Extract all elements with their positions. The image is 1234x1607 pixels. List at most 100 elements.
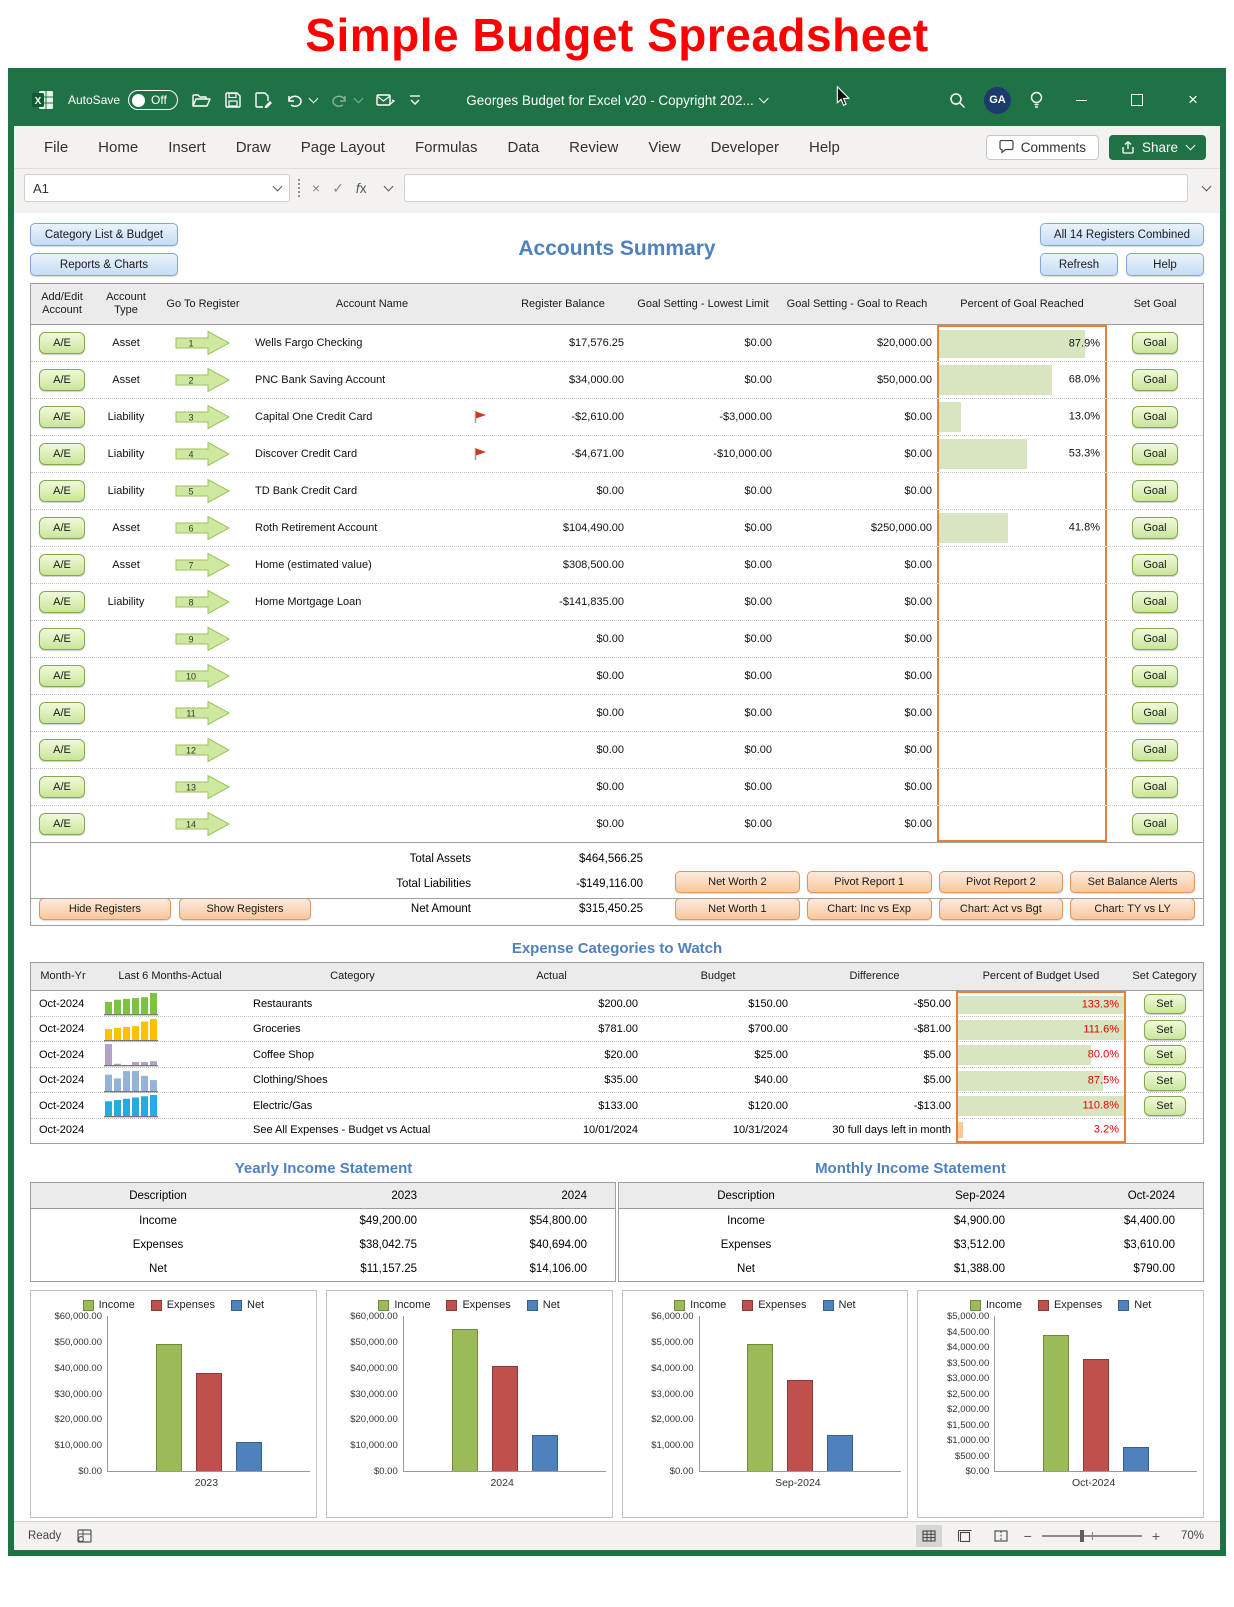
go-to-register-arrow-icon[interactable]: 9 bbox=[175, 626, 231, 652]
chart-ty-vs-ly-button[interactable]: Chart: TY vs LY bbox=[1070, 898, 1195, 920]
set-goal-button[interactable]: Goal bbox=[1132, 517, 1178, 539]
excel-app-icon[interactable]: X bbox=[32, 90, 54, 110]
go-to-register-arrow-icon[interactable]: 12 bbox=[175, 737, 231, 763]
autosave-toggle[interactable]: AutoSave Off bbox=[68, 90, 178, 110]
menu-tab-file[interactable]: File bbox=[44, 139, 68, 156]
title-chevron-icon[interactable] bbox=[759, 93, 770, 103]
formula-input[interactable] bbox=[404, 174, 1188, 202]
set-balance-alerts-button[interactable]: Set Balance Alerts bbox=[1070, 871, 1195, 893]
comments-button[interactable]: Comments bbox=[985, 134, 1099, 160]
go-to-register-arrow-icon[interactable]: 8 bbox=[175, 589, 231, 615]
add-edit-account-button[interactable]: A/E bbox=[39, 702, 85, 724]
add-edit-account-button[interactable]: A/E bbox=[39, 369, 85, 391]
set-goal-button[interactable]: Goal bbox=[1132, 369, 1178, 391]
refresh-button[interactable]: Refresh bbox=[1040, 253, 1118, 276]
cancel-entry-icon[interactable]: × bbox=[312, 180, 320, 196]
set-category-button[interactable]: Set bbox=[1143, 1019, 1186, 1040]
normal-view-button[interactable] bbox=[915, 1525, 942, 1547]
set-category-button[interactable]: Set bbox=[1143, 1045, 1186, 1065]
add-edit-account-button[interactable]: A/E bbox=[39, 443, 85, 465]
add-edit-account-button[interactable]: A/E bbox=[39, 628, 85, 650]
pivot-report-2-button[interactable]: Pivot Report 2 bbox=[938, 871, 1064, 893]
go-to-register-arrow-icon[interactable]: 4 bbox=[175, 441, 231, 467]
add-edit-account-button[interactable]: A/E bbox=[39, 517, 85, 539]
zoom-out-button[interactable]: − bbox=[1024, 1528, 1032, 1544]
set-goal-button[interactable]: Goal bbox=[1132, 443, 1178, 465]
set-goal-button[interactable]: Goal bbox=[1132, 702, 1178, 724]
set-goal-button[interactable]: Goal bbox=[1132, 554, 1178, 576]
chart-act-vs-bgt-button[interactable]: Chart: Act vs Bgt bbox=[938, 898, 1064, 920]
zoom-slider-thumb[interactable] bbox=[1079, 1530, 1084, 1542]
menu-tab-formulas[interactable]: Formulas bbox=[415, 139, 478, 156]
set-goal-button[interactable]: Goal bbox=[1132, 665, 1178, 687]
save-as-icon[interactable] bbox=[255, 92, 272, 108]
search-icon[interactable] bbox=[949, 92, 966, 109]
function-chevron-icon[interactable] bbox=[383, 181, 394, 191]
name-box[interactable]: A1 bbox=[24, 174, 290, 202]
add-edit-account-button[interactable]: A/E bbox=[39, 776, 85, 798]
page-layout-view-button[interactable] bbox=[952, 1525, 978, 1547]
insert-function-icon[interactable]: fx bbox=[356, 181, 367, 196]
set-goal-button[interactable]: Goal bbox=[1132, 480, 1178, 502]
go-to-register-arrow-icon[interactable]: 2 bbox=[175, 367, 231, 393]
menu-tab-home[interactable]: Home bbox=[98, 139, 138, 156]
go-to-register-arrow-icon[interactable]: 10 bbox=[175, 663, 231, 689]
menu-tab-insert[interactable]: Insert bbox=[168, 139, 206, 156]
pivot-report-1-button[interactable]: Pivot Report 1 bbox=[806, 871, 932, 893]
zoom-slider[interactable] bbox=[1041, 1530, 1142, 1542]
email-icon[interactable] bbox=[376, 93, 395, 108]
confirm-entry-icon[interactable]: ✓ bbox=[332, 180, 344, 197]
close-button[interactable]: × bbox=[1174, 74, 1212, 126]
show-registers-button[interactable]: Show Registers bbox=[179, 898, 311, 920]
set-goal-button[interactable]: Goal bbox=[1132, 332, 1178, 354]
user-avatar[interactable]: GA bbox=[984, 86, 1011, 114]
autosave-pill[interactable]: Off bbox=[128, 90, 178, 110]
undo-button[interactable] bbox=[286, 93, 319, 108]
set-goal-button[interactable]: Goal bbox=[1132, 776, 1178, 798]
set-goal-button[interactable]: Goal bbox=[1132, 406, 1178, 428]
go-to-register-arrow-icon[interactable]: 1 bbox=[175, 330, 231, 356]
add-edit-account-button[interactable]: A/E bbox=[39, 591, 85, 613]
menu-tab-review[interactable]: Review bbox=[569, 139, 618, 156]
hide-registers-button[interactable]: Hide Registers bbox=[39, 898, 171, 920]
go-to-register-arrow-icon[interactable]: 11 bbox=[175, 700, 231, 726]
name-box-chevron-icon[interactable] bbox=[272, 181, 283, 191]
open-folder-icon[interactable] bbox=[192, 93, 211, 108]
go-to-register-arrow-icon[interactable]: 7 bbox=[175, 552, 231, 578]
formula-bar-separator[interactable] bbox=[298, 179, 300, 197]
set-goal-button[interactable]: Goal bbox=[1132, 739, 1178, 761]
add-edit-account-button[interactable]: A/E bbox=[39, 406, 85, 428]
add-edit-account-button[interactable]: A/E bbox=[39, 813, 85, 835]
add-edit-account-button[interactable]: A/E bbox=[39, 739, 85, 761]
share-button[interactable]: Share bbox=[1108, 134, 1206, 160]
net-worth-2-button[interactable]: Net Worth 2 bbox=[675, 871, 800, 893]
go-to-register-arrow-icon[interactable]: 5 bbox=[175, 478, 231, 504]
lightbulb-icon[interactable] bbox=[1029, 91, 1044, 109]
minimize-button[interactable] bbox=[1062, 74, 1100, 126]
set-category-button[interactable]: Set bbox=[1143, 1096, 1186, 1116]
add-edit-account-button[interactable]: A/E bbox=[39, 554, 85, 576]
set-category-button[interactable]: Set bbox=[1143, 994, 1186, 1014]
redo-button[interactable] bbox=[331, 93, 364, 108]
set-goal-button[interactable]: Goal bbox=[1132, 813, 1178, 835]
page-break-view-button[interactable] bbox=[988, 1525, 1014, 1547]
chart-inc-vs-exp-button[interactable]: Chart: Inc vs Exp bbox=[806, 898, 932, 920]
set-category-button[interactable]: Set bbox=[1143, 1070, 1186, 1091]
menu-tab-help[interactable]: Help bbox=[809, 139, 840, 156]
set-goal-button[interactable]: Goal bbox=[1132, 628, 1178, 650]
customize-quick-access-icon[interactable] bbox=[409, 94, 421, 106]
add-edit-account-button[interactable]: A/E bbox=[39, 665, 85, 687]
menu-tab-data[interactable]: Data bbox=[507, 139, 539, 156]
add-edit-account-button[interactable]: A/E bbox=[39, 480, 85, 502]
all-registers-combined-button[interactable]: All 14 Registers Combined bbox=[1040, 223, 1204, 246]
formula-bar-expand-icon[interactable] bbox=[1201, 181, 1212, 191]
add-edit-account-button[interactable]: A/E bbox=[39, 332, 85, 354]
go-to-register-arrow-icon[interactable]: 3 bbox=[175, 404, 231, 430]
help-button[interactable]: Help bbox=[1126, 253, 1204, 276]
go-to-register-arrow-icon[interactable]: 14 bbox=[175, 811, 231, 837]
macro-record-icon[interactable] bbox=[77, 1529, 92, 1543]
go-to-register-arrow-icon[interactable]: 6 bbox=[175, 515, 231, 541]
set-goal-button[interactable]: Goal bbox=[1132, 591, 1178, 613]
net-worth-1-button[interactable]: Net Worth 1 bbox=[675, 898, 800, 920]
zoom-in-button[interactable]: + bbox=[1152, 1528, 1160, 1544]
